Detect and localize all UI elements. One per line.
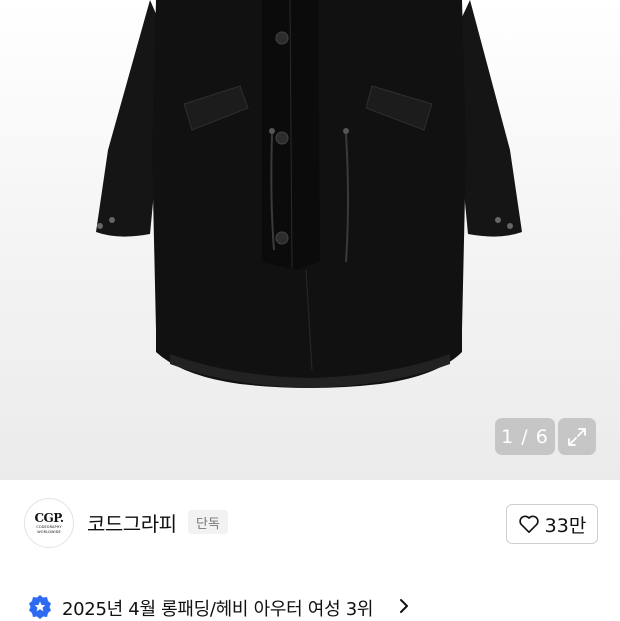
brand-logo-mark: CGP. <box>34 511 64 525</box>
product-image[interactable] <box>0 0 620 480</box>
exclusive-badge: 단독 <box>188 510 228 534</box>
brand-logo[interactable]: CGP. CODEGRAPHY WORLDWIDE <box>24 498 74 548</box>
brand-logo-subtext-1: CODEGRAPHY <box>36 525 62 529</box>
expand-image-button[interactable] <box>558 418 596 455</box>
ranking-text[interactable]: 2025년 4월 롱패딩/헤비 아우터 여성 3위 <box>62 595 373 621</box>
expand-icon <box>568 427 586 446</box>
brand-logo-subtext-2: WORLDWIDE <box>37 530 61 534</box>
star-badge-icon <box>29 595 51 619</box>
image-page-indicator: 1 / 6 <box>495 418 555 455</box>
like-button[interactable]: 33만 <box>506 504 598 544</box>
chevron-right-icon <box>400 599 408 613</box>
brand-name-link[interactable]: 코드그라피 <box>87 508 177 537</box>
like-count: 33만 <box>544 514 587 537</box>
heart-outline-icon <box>518 515 539 533</box>
product-image-gallery[interactable]: 1 / 6 <box>0 0 620 480</box>
